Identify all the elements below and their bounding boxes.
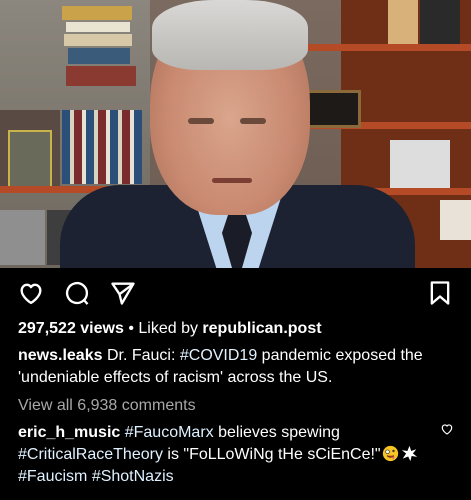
photo-frame: [440, 200, 471, 240]
book: [64, 34, 132, 46]
person-eye: [188, 118, 214, 124]
bookmark-icon[interactable]: [426, 279, 454, 307]
book: [62, 6, 132, 20]
small-heart-icon[interactable]: [440, 422, 454, 436]
post-stats: 297,522 views • Liked by republican.post: [18, 320, 322, 338]
book: [66, 66, 136, 86]
comment-text: is "FoLLoWiNg tHe sCiEnCe!": [162, 446, 381, 463]
person-eye: [240, 118, 266, 124]
person-hair: [152, 0, 308, 70]
heart-icon[interactable]: [17, 279, 45, 307]
book: [8, 130, 52, 189]
separator-dot: •: [128, 320, 139, 337]
book: [66, 22, 130, 32]
comment-text: believes spewing: [213, 424, 340, 441]
comment-bubble-icon[interactable]: [63, 279, 91, 307]
book: [68, 48, 130, 64]
post-caption: news.leaks Dr. Fauci: #COVID19 pandemic …: [18, 345, 458, 389]
collision-emoji: [401, 445, 418, 462]
box: [388, 0, 418, 44]
caption-text: Dr. Fauci:: [106, 347, 180, 364]
liked-by-user[interactable]: republican.post: [202, 320, 321, 337]
views-count[interactable]: 297,522 views: [18, 320, 124, 337]
post-action-bar: [17, 279, 454, 307]
video-player[interactable]: [0, 0, 471, 268]
comment-username[interactable]: eric_h_music: [18, 424, 120, 441]
caption-username[interactable]: news.leaks: [18, 347, 103, 364]
paper-plane-icon[interactable]: [109, 279, 137, 307]
photo-frame: [390, 140, 450, 188]
radio: [0, 210, 45, 265]
comment-hashtag[interactable]: #ShotNazis: [92, 468, 174, 485]
liked-by-prefix: Liked by: [138, 320, 198, 337]
book: [62, 110, 142, 184]
book: [420, 0, 460, 44]
zany-face-emoji: [382, 445, 399, 462]
top-comment: eric_h_music #FaucoMarx believes spewing…: [18, 422, 433, 488]
view-all-comments-link[interactable]: View all 6,938 comments: [18, 397, 196, 415]
comment-hashtag[interactable]: #Faucism: [18, 468, 87, 485]
comment-hashtag[interactable]: #CriticalRaceTheory: [18, 446, 163, 463]
shelf: [295, 44, 471, 51]
caption-hashtag[interactable]: #COVID19: [180, 347, 257, 364]
comment-hashtag[interactable]: #FaucoMarx: [125, 424, 214, 441]
person-mouth: [212, 178, 252, 183]
